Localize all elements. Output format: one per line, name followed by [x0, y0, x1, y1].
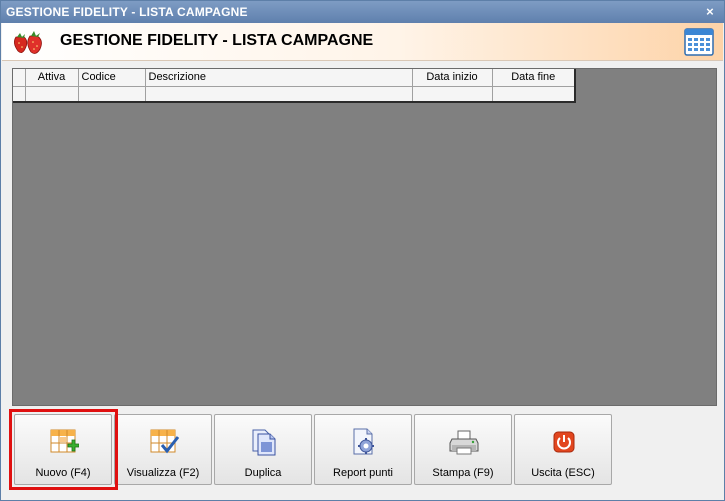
page-title: GESTIONE FIDELITY - LISTA CAMPAGNE: [60, 32, 374, 49]
calendar-icon[interactable]: [684, 28, 714, 56]
new-button-label: Nuovo (F4): [35, 467, 91, 479]
printer-icon: [449, 430, 479, 455]
new-button[interactable]: Nuovo (F4): [14, 414, 112, 485]
strawberry-icon: [14, 31, 42, 54]
table-header-row: Attiva Codice Descrizione Data inizio Da…: [13, 69, 576, 87]
report-gear-icon: [353, 428, 374, 455]
column-header-attiva[interactable]: Attiva: [25, 69, 79, 87]
campaign-table[interactable]: Attiva Codice Descrizione Data inizio Da…: [13, 69, 576, 103]
table-cell[interactable]: [492, 86, 576, 103]
column-header-descrizione[interactable]: Descrizione: [145, 69, 413, 87]
report-points-button-label: Report punti: [333, 467, 393, 479]
view-button-label: Visualizza (F2): [126, 467, 200, 479]
exit-button-label: Uscita (ESC): [531, 467, 595, 479]
print-button-label: Stampa (F9): [432, 467, 494, 479]
table-cell[interactable]: [145, 86, 413, 103]
table-cell[interactable]: [412, 86, 493, 103]
window-titlebar[interactable]: GESTIONE FIDELITY - LISTA CAMPAGNE ×: [1, 1, 724, 23]
grid-check-icon: [150, 429, 179, 454]
duplicate-button[interactable]: Duplica: [214, 414, 312, 485]
grid-add-icon: [50, 429, 79, 453]
close-icon[interactable]: ×: [702, 4, 718, 20]
column-header-codice[interactable]: Codice: [78, 69, 146, 87]
column-header-selector[interactable]: [13, 69, 26, 87]
page-header: GESTIONE FIDELITY - LISTA CAMPAGNE: [2, 23, 723, 61]
table-cell[interactable]: [78, 86, 146, 103]
campaign-grid[interactable]: Attiva Codice Descrizione Data inizio Da…: [12, 68, 717, 406]
action-toolbar: Nuovo (F4) Visualizza (F2) Duplica Repor…: [12, 414, 612, 486]
window-title: GESTIONE FIDELITY - LISTA CAMPAGNE: [6, 5, 248, 19]
duplicate-button-label: Duplica: [244, 467, 282, 479]
exit-button[interactable]: Uscita (ESC): [514, 414, 612, 485]
table-cell[interactable]: [25, 86, 79, 103]
column-header-data-inizio[interactable]: Data inizio: [412, 69, 493, 87]
duplicate-pages-icon: [252, 429, 276, 456]
table-row[interactable]: [13, 86, 576, 103]
power-icon: [553, 431, 575, 453]
view-button[interactable]: Visualizza (F2): [114, 414, 212, 485]
print-button[interactable]: Stampa (F9): [414, 414, 512, 485]
column-header-data-fine[interactable]: Data fine: [492, 69, 576, 87]
app-window: GESTIONE FIDELITY - LISTA CAMPAGNE × GES…: [0, 0, 725, 501]
row-selector-cell[interactable]: [13, 86, 26, 103]
report-points-button[interactable]: Report punti: [314, 414, 412, 485]
